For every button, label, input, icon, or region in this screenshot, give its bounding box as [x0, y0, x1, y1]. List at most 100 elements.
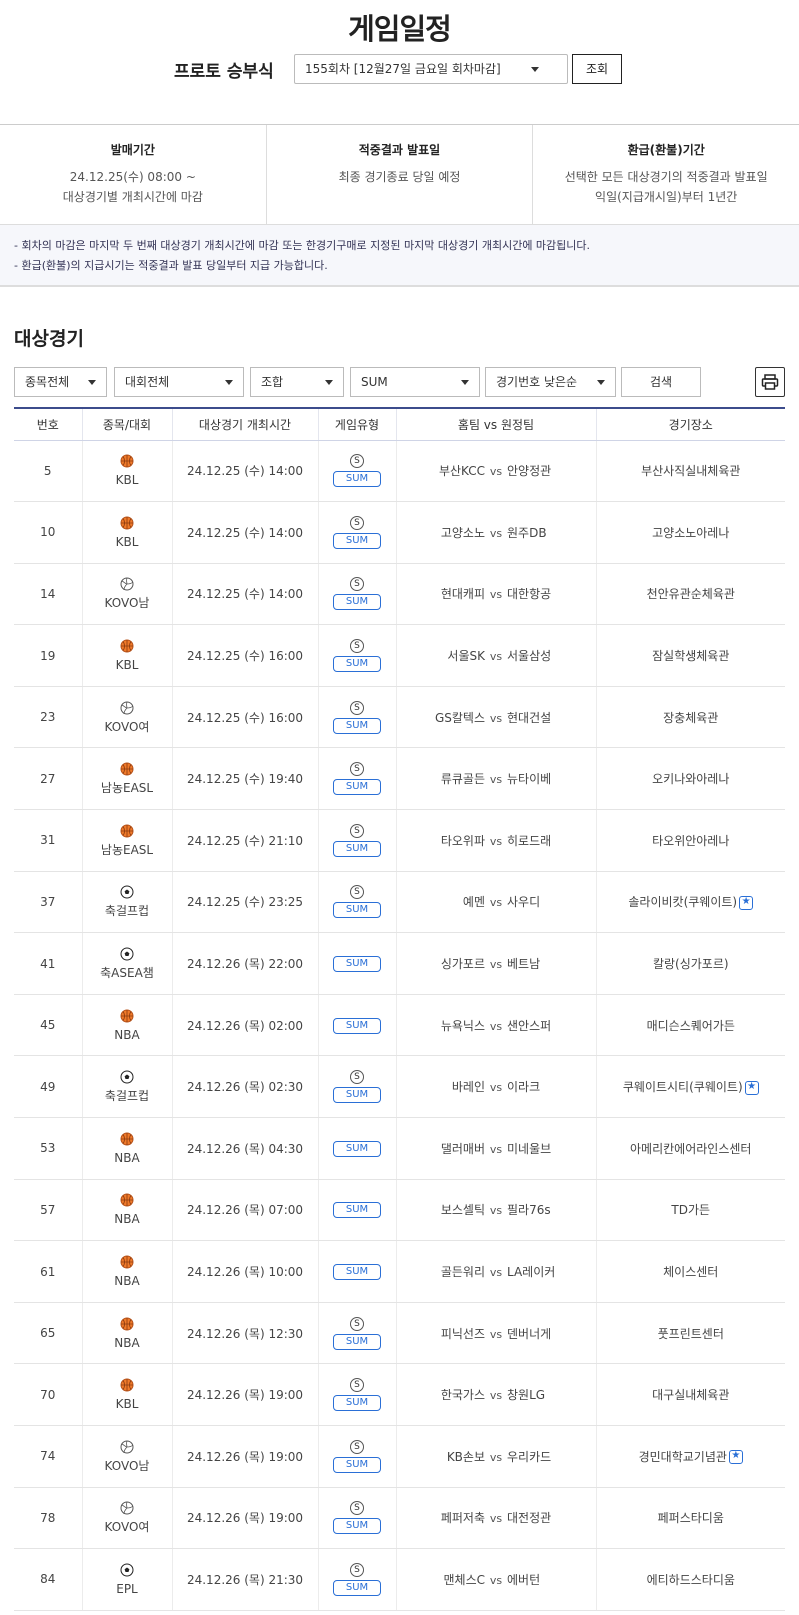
- league-name: KOVO여: [104, 719, 150, 734]
- basketball-icon: [83, 1132, 172, 1149]
- column-header-time: 대상경기 개최시간: [171, 407, 318, 441]
- info-title: 적중결과 발표일: [358, 143, 441, 157]
- sum-badge: SUM: [333, 1395, 381, 1412]
- game-time: 24.12.25 (수) 16:00: [171, 686, 318, 749]
- type-filter-select[interactable]: SUM: [350, 367, 480, 397]
- league-name: KBL: [115, 473, 139, 488]
- venue-name: 솔라이비캇(쿠웨이트): [628, 895, 738, 910]
- single-game-icon: S: [350, 515, 364, 530]
- venue-cell: 대구실내체육관: [595, 1363, 785, 1426]
- sum-badge: SUM: [333, 1140, 381, 1157]
- table-row[interactable]: 31 남농EASL 24.12.25 (수) 21:10 S SUM 타오위파 vs 히로드래…: [14, 809, 785, 872]
- column-header-type: 게임유형: [317, 407, 396, 441]
- away-team: 미네울브: [507, 1141, 552, 1156]
- round-select[interactable]: 155회차 [12월27일 금요일 회차마감]: [294, 54, 568, 84]
- info-line: 24.12.25(수) 08:00 ~: [69, 170, 196, 184]
- game-type-cell: S SUM: [317, 747, 396, 811]
- table-row[interactable]: 45 NBA 24.12.26 (목) 02:00 SUM 뉴욕닉스 vs 샌안스퍼 매디슨스…: [14, 994, 785, 1057]
- league-name: NBA: [114, 1335, 140, 1350]
- league-filter-select[interactable]: 대회전체: [114, 367, 244, 397]
- star-icon[interactable]: [728, 1450, 743, 1465]
- table-row[interactable]: 53 NBA 24.12.26 (목) 04:30 SUM 댈러매버 vs 미네울브 아메리칸…: [14, 1117, 785, 1180]
- sport-league-cell: NBA: [81, 1179, 172, 1242]
- teams-cell: 부산KCC vs 안양정관: [395, 440, 596, 503]
- away-team: 창원LG: [507, 1388, 546, 1403]
- table-row[interactable]: 37 축걸프컵 24.12.25 (수) 23:25 S SUM 예멘 vs 사우디 솔라이비캇…: [14, 871, 785, 934]
- game-no: 45: [14, 994, 82, 1057]
- game-no: 23: [14, 686, 82, 749]
- game-time: 24.12.25 (수) 14:00: [171, 501, 318, 564]
- league-name: KOVO남: [104, 596, 150, 611]
- home-team: 타오위파: [440, 833, 485, 848]
- table-row[interactable]: 5 KBL 24.12.25 (수) 14:00 S SUM 부산KCC vs 안양정관 부산사…: [14, 440, 785, 503]
- away-team: 사우디: [507, 895, 541, 910]
- sum-badge: SUM: [333, 1202, 381, 1219]
- game-type-cell: S SUM: [317, 809, 396, 872]
- league-name: 축걸프컵: [104, 904, 150, 919]
- table-row[interactable]: 74 KOVO남 24.12.26 (목) 19:00 S SUM KB손보 vs 우리카드 경…: [14, 1425, 785, 1488]
- table-row[interactable]: 65 NBA 24.12.26 (목) 12:30 S SUM 피닉선즈 vs 덴버너게 풋프린…: [14, 1302, 785, 1365]
- vs-label: vs: [489, 1573, 503, 1587]
- vs-label: vs: [489, 1019, 503, 1033]
- game-time: 24.12.26 (목) 21:30: [171, 1548, 318, 1611]
- sport-filter-select[interactable]: 종목전체: [14, 367, 107, 397]
- table-row[interactable]: 41 축ASEA챔 24.12.26 (목) 22:00 SUM 싱가포르 vs 베트남 칼랑…: [14, 932, 785, 995]
- table-row[interactable]: 10 KBL 24.12.25 (수) 14:00 S SUM 고양소노 vs 원주DB 고양소…: [14, 501, 785, 564]
- table-row[interactable]: 19 KBL 24.12.25 (수) 16:00 S SUM 서울SK vs 서울삼성 잠실학…: [14, 624, 785, 687]
- vs-label: vs: [489, 896, 503, 910]
- table-row[interactable]: 78 KOVO여 24.12.26 (목) 19:00 S SUM 페퍼저축 vs 대전정관 페…: [14, 1487, 785, 1550]
- round-search-button[interactable]: 조회: [572, 54, 622, 84]
- game-no: 19: [14, 624, 82, 687]
- game-no: 14: [14, 563, 82, 626]
- round-label: 프로토 승부식: [174, 62, 274, 82]
- table-row[interactable]: 70 KBL 24.12.26 (목) 19:00 S SUM 한국가스 vs 창원LG 대구실…: [14, 1363, 785, 1426]
- notice-box: - 회차의 마감은 마지막 두 번째 대상경기 개최시간에 마감 또는 한경기구…: [0, 224, 799, 287]
- away-team: 서울삼성: [507, 649, 552, 664]
- column-header-venue: 경기장소: [595, 407, 785, 441]
- venue-cell: 칼랑(싱가포르): [595, 932, 785, 995]
- teams-cell: 보스셀틱 vs 필라76s: [395, 1179, 596, 1242]
- teams-cell: 뉴욕닉스 vs 샌안스퍼: [395, 994, 596, 1057]
- caret-down-icon: [88, 380, 96, 385]
- info-line: 최종 경기종료 당일 예정: [338, 170, 461, 184]
- venue-cell: 풋프린트센터: [595, 1302, 785, 1365]
- table-row[interactable]: 49 축걸프컵 24.12.26 (목) 02:30 S SUM 바레인 vs 이라크 쿠웨이트…: [14, 1055, 785, 1119]
- game-type-cell: SUM: [317, 1240, 396, 1303]
- venue-cell: 잠실학생체육관: [595, 624, 785, 687]
- sum-badge: SUM: [333, 1579, 381, 1596]
- teams-cell: GS칼텍스 vs 현대건설: [395, 686, 596, 749]
- print-button[interactable]: [755, 367, 785, 397]
- sport-league-cell: 축걸프컵: [81, 1055, 172, 1119]
- venue-cell: 천안유관순체육관: [595, 563, 785, 626]
- home-team: GS칼텍스: [434, 710, 485, 725]
- single-game-icon: S: [350, 1562, 364, 1577]
- sum-badge: SUM: [333, 656, 381, 673]
- away-team: 안양정관: [507, 464, 552, 479]
- table-header-row: 번호 종목/대회 대상경기 개최시간 게임유형 홈팀 vs 원정팀 경기장소: [14, 407, 785, 441]
- league-name: 축걸프컵: [104, 1089, 150, 1104]
- table-row[interactable]: 57 NBA 24.12.26 (목) 07:00 SUM 보스셀틱 vs 필라76s TD가…: [14, 1179, 785, 1242]
- soccer-icon: [83, 1563, 172, 1580]
- game-time: 24.12.25 (수) 14:00: [171, 440, 318, 503]
- table-row[interactable]: 84 EPL 24.12.26 (목) 21:30 S SUM 맨체스C vs 에버턴 에티하드…: [14, 1548, 785, 1611]
- table-row[interactable]: 61 NBA 24.12.26 (목) 10:00 SUM 골든워리 vs LA레이커 체이스…: [14, 1240, 785, 1303]
- sort-select[interactable]: 경기번호 낮은순: [485, 367, 616, 397]
- game-no: 65: [14, 1302, 82, 1365]
- single-game-icon: S: [350, 1070, 364, 1085]
- combo-filter-select[interactable]: 조합: [250, 367, 344, 397]
- single-game-icon: S: [350, 762, 364, 777]
- star-icon[interactable]: [739, 895, 754, 910]
- table-row[interactable]: 14 KOVO남 24.12.25 (수) 14:00 S SUM 현대캐피 vs 대한항공 천…: [14, 563, 785, 626]
- vs-label: vs: [489, 958, 503, 972]
- table-row[interactable]: 23 KOVO여 24.12.25 (수) 16:00 S SUM GS칼텍스 vs 현대건설…: [14, 686, 785, 749]
- game-no: 70: [14, 1363, 82, 1426]
- teams-cell: 현대캐피 vs 대한항공: [395, 563, 596, 626]
- star-icon[interactable]: [744, 1080, 759, 1095]
- filter-search-button[interactable]: 검색: [621, 367, 701, 397]
- vs-label: vs: [489, 1389, 503, 1403]
- venue-cell: 타오위안아레나: [595, 809, 785, 872]
- away-team: LA레이커: [507, 1265, 556, 1280]
- venue-name: 매디슨스퀘어가든: [646, 1018, 735, 1033]
- table-row[interactable]: 27 남농EASL 24.12.25 (수) 19:40 S SUM 류큐골든 vs 뉴타이베…: [14, 747, 785, 811]
- game-time: 24.12.26 (목) 04:30: [171, 1117, 318, 1180]
